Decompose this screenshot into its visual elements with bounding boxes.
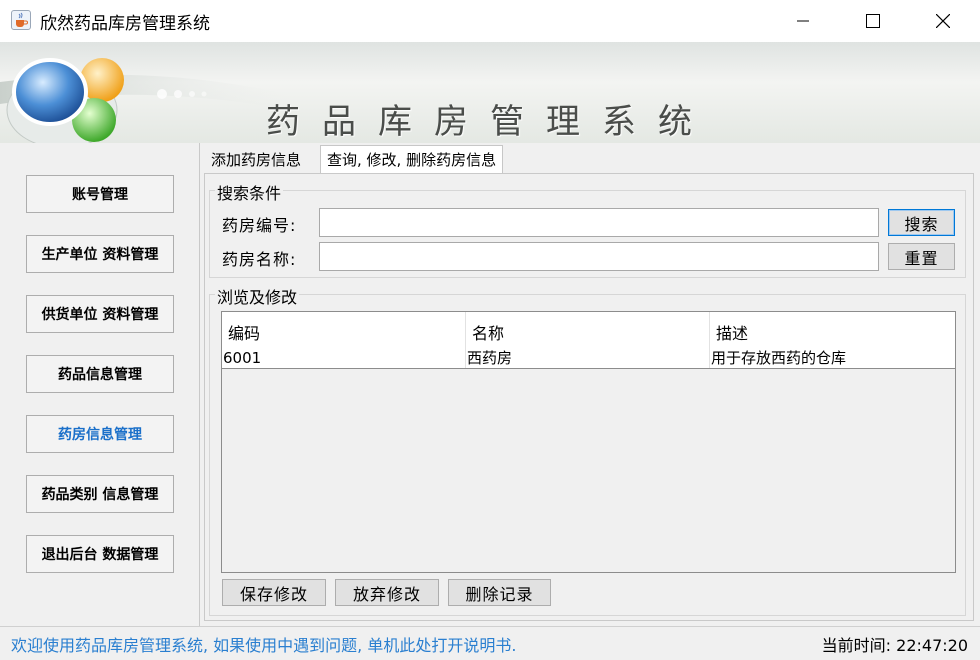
banner-logo-icon xyxy=(0,58,300,143)
pharmacy-id-label: 药房编号: xyxy=(222,216,297,235)
sidebar-item-exit-backend[interactable]: 退出后台 数据管理 xyxy=(26,535,174,573)
pharmacy-table: 编码 名称 描述 6001 西药房 用于存放西药的仓库 xyxy=(221,311,956,573)
column-header-name[interactable]: 名称 xyxy=(466,312,710,348)
sidebar-item-drug-info[interactable]: 药品信息管理 xyxy=(26,355,174,393)
minimize-button[interactable] xyxy=(768,0,838,42)
tab-query-modify-delete[interactable]: 查询, 修改, 删除药房信息 xyxy=(320,145,504,173)
discard-changes-button[interactable]: 放弃修改 xyxy=(335,579,439,606)
maximize-icon xyxy=(866,14,880,28)
tab-add-pharmacy[interactable]: 添加药房信息 xyxy=(204,145,308,173)
close-button[interactable] xyxy=(908,0,978,42)
sidebar-item-drug-category[interactable]: 药品类别 信息管理 xyxy=(26,475,174,513)
sidebar-item-account[interactable]: 账号管理 xyxy=(26,175,174,213)
search-button[interactable]: 搜索 xyxy=(888,209,955,236)
current-time: 当前时间: 22:47:20 xyxy=(821,636,968,655)
pharmacy-id-input[interactable] xyxy=(319,208,879,237)
maximize-button[interactable] xyxy=(838,0,908,42)
close-icon xyxy=(936,14,950,28)
pharmacy-name-input[interactable] xyxy=(319,242,879,271)
column-header-description[interactable]: 描述 xyxy=(710,312,955,348)
sidebar: 账号管理 生产单位 资料管理 供货单位 资料管理 药品信息管理 药房信息管理 药… xyxy=(0,143,200,626)
window-title: 欣然药品库房管理系统 xyxy=(40,14,210,34)
header-banner: 药品库房管理系统 xyxy=(0,42,980,143)
search-group-title: 搜索条件 xyxy=(215,180,284,204)
banner-title: 药品库房管理系统 xyxy=(266,102,714,142)
status-help-link[interactable]: 欢迎使用药品库房管理系统, 如果使用中遇到问题, 单机此处打开说明书. xyxy=(11,632,516,656)
java-cup-icon xyxy=(11,10,31,30)
table-header: 编码 名称 描述 xyxy=(222,312,955,349)
column-header-code[interactable]: 编码 xyxy=(222,312,466,348)
sidebar-item-supplier[interactable]: 供货单位 资料管理 xyxy=(26,295,174,333)
pharmacy-name-label: 药房名称: xyxy=(222,250,297,269)
sidebar-item-manufacturer[interactable]: 生产单位 资料管理 xyxy=(26,235,174,273)
table-cell-code[interactable]: 6001 xyxy=(222,348,466,368)
table-cell-name[interactable]: 西药房 xyxy=(466,348,710,368)
minimize-icon xyxy=(797,20,809,22)
title-bar: 欣然药品库房管理系统 xyxy=(0,0,980,42)
table-row[interactable]: 6001 西药房 用于存放西药的仓库 xyxy=(222,348,955,369)
sidebar-item-pharmacy-info[interactable]: 药房信息管理 xyxy=(26,415,174,453)
save-changes-button[interactable]: 保存修改 xyxy=(222,579,326,606)
browse-group-title: 浏览及修改 xyxy=(215,284,300,308)
table-cell-description[interactable]: 用于存放西药的仓库 xyxy=(710,348,955,368)
status-bar: 欢迎使用药品库房管理系统, 如果使用中遇到问题, 单机此处打开说明书. 当前时间… xyxy=(0,626,980,660)
reset-button[interactable]: 重置 xyxy=(888,243,955,270)
delete-record-button[interactable]: 删除记录 xyxy=(448,579,551,606)
